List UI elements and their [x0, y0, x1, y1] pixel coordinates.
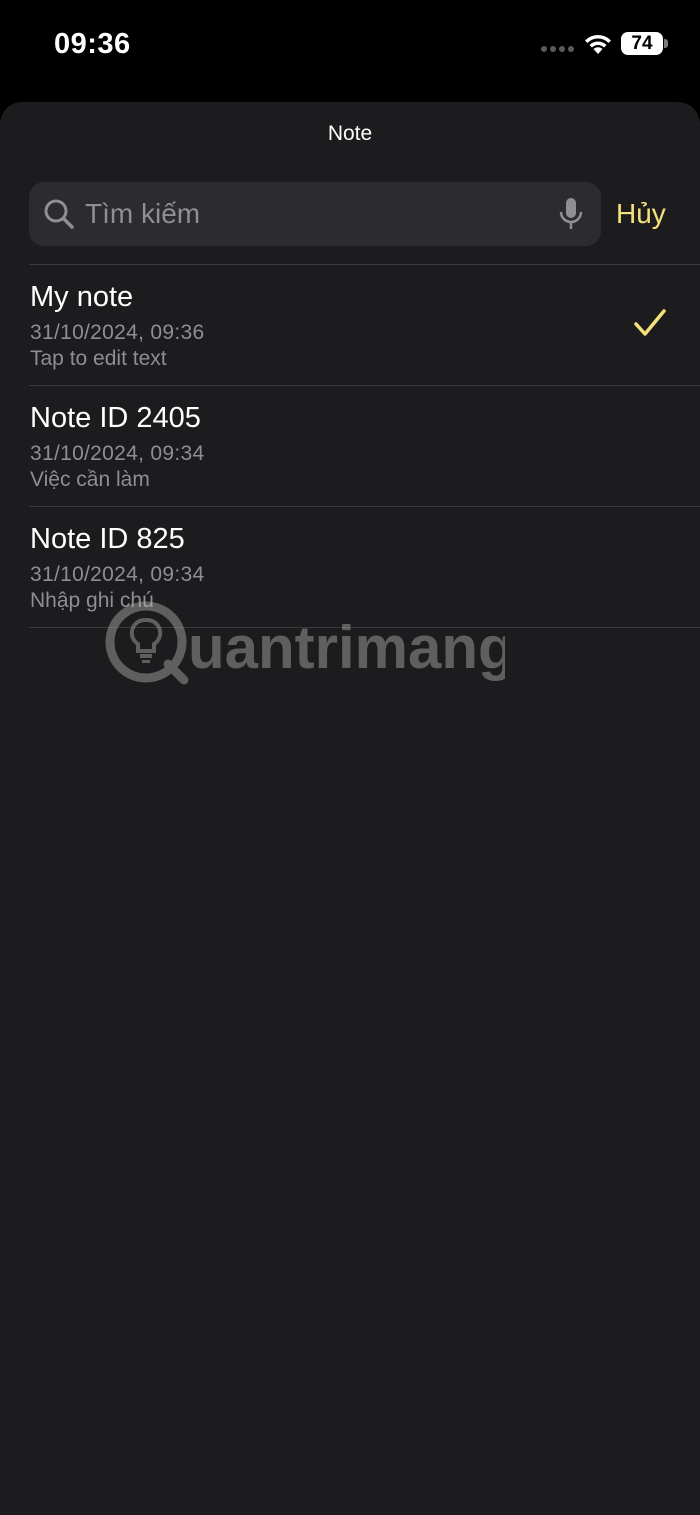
- battery-cap: [664, 39, 668, 48]
- watermark-logo: uantrimang: [105, 601, 505, 685]
- battery-icon: 74: [621, 32, 663, 55]
- wifi-icon: [585, 34, 611, 54]
- note-title: Note ID 2405: [30, 402, 201, 434]
- status-time: 09:36: [54, 28, 131, 60]
- note-title: My note: [30, 281, 134, 313]
- search-field[interactable]: [29, 182, 601, 246]
- status-bar: 09:36 74: [0, 0, 700, 100]
- cellular-signal-icon: [541, 46, 575, 56]
- note-date: 31/10/2024, 09:34: [30, 563, 205, 586]
- note-date: 31/10/2024, 09:36: [30, 321, 205, 344]
- notes-list: My note 31/10/2024, 09:36 Tap to edit te…: [0, 264, 700, 628]
- search-icon: [44, 199, 74, 229]
- note-subtitle: Tap to edit text: [30, 347, 167, 370]
- note-title: Note ID 825: [30, 523, 185, 555]
- battery-level: 74: [631, 33, 653, 54]
- note-date: 31/10/2024, 09:34: [30, 442, 205, 465]
- note-subtitle: Việc cần làm: [30, 468, 150, 491]
- watermark-text: uantrimang: [188, 614, 505, 681]
- microphone-icon[interactable]: [557, 196, 585, 232]
- search-input[interactable]: [85, 182, 545, 246]
- list-item-note-2405[interactable]: Note ID 2405 31/10/2024, 09:34 Việc cần …: [0, 386, 700, 506]
- checkmark-icon: [634, 309, 666, 336]
- cancel-button[interactable]: Hủy: [616, 198, 666, 230]
- list-item-my-note[interactable]: My note 31/10/2024, 09:36 Tap to edit te…: [0, 265, 700, 385]
- sheet-title: Note: [327, 122, 373, 145]
- note-picker-sheet: Note Hủy My note 31/10/2024, 09:36 Tap t…: [0, 102, 700, 1515]
